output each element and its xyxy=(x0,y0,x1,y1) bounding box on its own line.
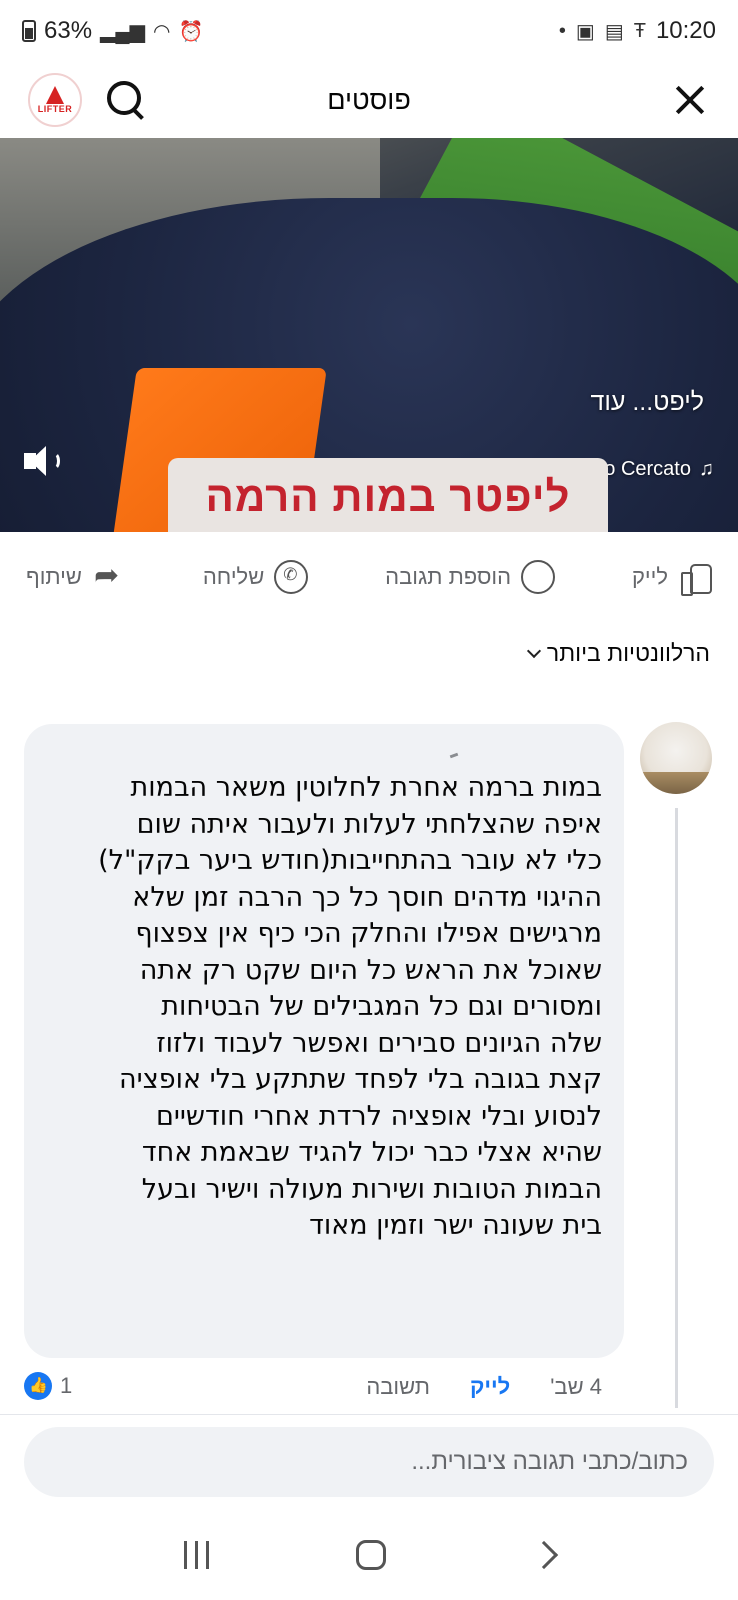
sort-label: הרלוונטיות ביותר xyxy=(546,640,710,666)
alarm-icon: ⏰ xyxy=(178,20,204,43)
video-caption[interactable]: ליפט... עוד xyxy=(591,388,705,417)
like-button[interactable]: לייק xyxy=(631,560,712,596)
header: LIFTER פוסטים xyxy=(0,62,738,138)
back-icon[interactable] xyxy=(529,1540,559,1570)
comment-icon xyxy=(521,560,556,594)
comment-like-link[interactable]: לייק xyxy=(470,1374,510,1400)
share-icon xyxy=(92,558,126,594)
send-label: שליחה xyxy=(202,564,265,589)
whatsapp-icon xyxy=(274,560,309,594)
clock: 10:20 xyxy=(655,17,716,44)
header-left: LIFTER xyxy=(28,73,148,127)
send-button[interactable]: שליחה xyxy=(202,560,309,594)
avatar[interactable] xyxy=(640,722,712,794)
search-icon[interactable] xyxy=(104,78,148,122)
comment-button[interactable]: הוספת תגובה xyxy=(385,560,556,594)
wifi-icon: ◠ xyxy=(152,20,171,43)
reaction-count: 1 xyxy=(60,1373,73,1398)
comment-sort-dropdown[interactable]: הרלוונטיות ביותר xyxy=(526,640,710,667)
chevron-down-icon xyxy=(526,643,541,659)
home-icon[interactable] xyxy=(356,1540,387,1570)
thumbs-up-icon xyxy=(678,560,712,596)
composer-bar: כתוב/כתבי תגובה ציבורית... xyxy=(0,1414,738,1510)
comment-reactions[interactable]: 1 xyxy=(24,1372,72,1400)
comment-input[interactable]: כתוב/כתבי תגובה ציבורית... xyxy=(24,1427,714,1497)
screen: 63% ▂▄▆ ◠ ⏰ • ▣ ▤ Ŧ 10:20 LIFTER פוסטים xyxy=(0,0,738,1600)
comment-text: במות ברמה אחרת לחלוטין משאר הבמות איפה ש… xyxy=(98,772,602,1241)
video-banner: ליפטר במות הרמה xyxy=(168,458,608,532)
status-bar: 63% ▂▄▆ ◠ ⏰ • ▣ ▤ Ŧ 10:20 xyxy=(0,0,738,62)
comment-bubble[interactable]: במות ברמה אחרת לחלוטין משאר הבמות איפה ש… xyxy=(24,724,624,1358)
share-label: שיתוף xyxy=(26,564,82,589)
app-notification-icon: ▣ xyxy=(575,20,595,43)
notification-dot-icon: • xyxy=(558,19,566,42)
sound-icon[interactable] xyxy=(22,444,62,478)
status-left: 63% ▂▄▆ ◠ ⏰ xyxy=(22,17,203,45)
like-reaction-icon xyxy=(24,1372,52,1400)
like-label: לייק xyxy=(631,564,668,589)
comment-meta: 4 שב' לייק תשובה xyxy=(366,1374,602,1400)
logo-mark-icon xyxy=(46,86,64,104)
video-player[interactable]: ליפט... עוד Moments · Giulio Cercato ♫ ל… xyxy=(0,138,738,532)
lifter-logo[interactable]: LIFTER xyxy=(28,73,82,127)
commenter-name[interactable] xyxy=(449,752,459,759)
logo-text: LIFTER xyxy=(37,104,73,114)
thread-line xyxy=(675,808,678,1408)
video-notification-icon: ▤ xyxy=(604,20,624,43)
comment-label: הוספת תגובה xyxy=(385,564,512,589)
recents-icon[interactable] xyxy=(183,1541,209,1569)
comment-input-placeholder: כתוב/כתבי תגובה ציבורית... xyxy=(411,1448,688,1475)
close-icon[interactable] xyxy=(670,80,710,120)
antenna-icon: Ŧ xyxy=(633,19,646,42)
battery-icon xyxy=(22,20,36,42)
signal-icon: ▂▄▆ xyxy=(100,20,145,43)
status-right: • ▣ ▤ Ŧ 10:20 xyxy=(559,17,716,45)
comment-time: 4 שב' xyxy=(550,1374,602,1399)
share-button[interactable]: שיתוף xyxy=(26,558,126,594)
comment-reply-link[interactable]: תשובה xyxy=(366,1374,430,1400)
system-nav-bar xyxy=(0,1510,738,1600)
video-banner-text: ליפטר במות הרמה xyxy=(205,473,571,520)
post-actions: שיתוף שליחה הוספת תגובה לייק xyxy=(0,532,738,622)
battery-percent: 63% xyxy=(44,17,93,44)
music-note-icon: ♫ xyxy=(699,458,714,480)
